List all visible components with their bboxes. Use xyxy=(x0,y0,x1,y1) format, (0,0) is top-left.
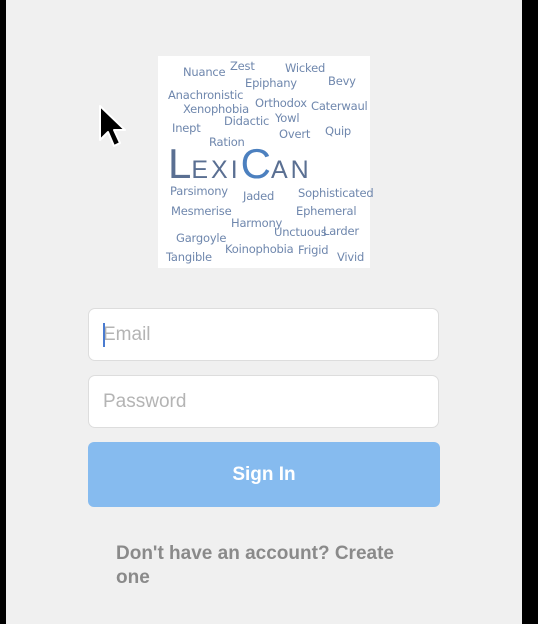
cloud-word: Didactic xyxy=(224,114,270,128)
lexican-logo: Nuance Zest Wicked Epiphany Bevy Anachro… xyxy=(158,56,374,268)
cloud-word: Koinophobia xyxy=(225,242,294,256)
cloud-word: Vivid xyxy=(337,250,365,264)
password-field-container xyxy=(88,375,439,428)
email-field-container xyxy=(88,308,439,361)
cloud-word: Jaded xyxy=(243,189,275,203)
cloud-word: Gargoyle xyxy=(176,231,227,245)
cloud-word: Overt xyxy=(279,127,311,141)
cloud-word: Inept xyxy=(172,121,201,135)
email-field[interactable] xyxy=(89,309,438,360)
cloud-word: Orthodox xyxy=(255,96,307,110)
cloud-word: Yowl xyxy=(275,111,300,125)
cloud-word: Larder xyxy=(323,224,359,238)
cloud-word: Anachronistic xyxy=(168,88,244,102)
login-screen: Nuance Zest Wicked Epiphany Bevy Anachro… xyxy=(6,0,522,624)
text-caret xyxy=(103,323,105,347)
cloud-word: Nuance xyxy=(183,65,226,79)
sign-in-button[interactable]: Sign In xyxy=(88,442,440,507)
cloud-word: Sophisticated xyxy=(298,186,374,200)
brand-wordmark: LEXICAN xyxy=(168,140,312,187)
cloud-word: Bevy xyxy=(328,74,356,88)
cloud-word: Zest xyxy=(230,59,255,73)
cloud-word: Parsimony xyxy=(170,184,228,198)
cloud-word: Wicked xyxy=(285,61,326,75)
cloud-word: Caterwaul xyxy=(311,99,368,113)
cloud-word: Mesmerise xyxy=(171,204,232,218)
cloud-word: Unctuous xyxy=(274,225,327,239)
password-field[interactable] xyxy=(89,376,438,427)
cloud-word: Frigid xyxy=(298,243,329,257)
create-account-link[interactable]: Don't have an account? Create one xyxy=(116,542,426,590)
cloud-word: Epiphany xyxy=(245,76,297,90)
cloud-word: Tangible xyxy=(166,250,212,264)
mouse-pointer-icon xyxy=(99,105,126,147)
cloud-word: Quip xyxy=(325,124,352,138)
cloud-word: Ephemeral xyxy=(296,204,357,218)
